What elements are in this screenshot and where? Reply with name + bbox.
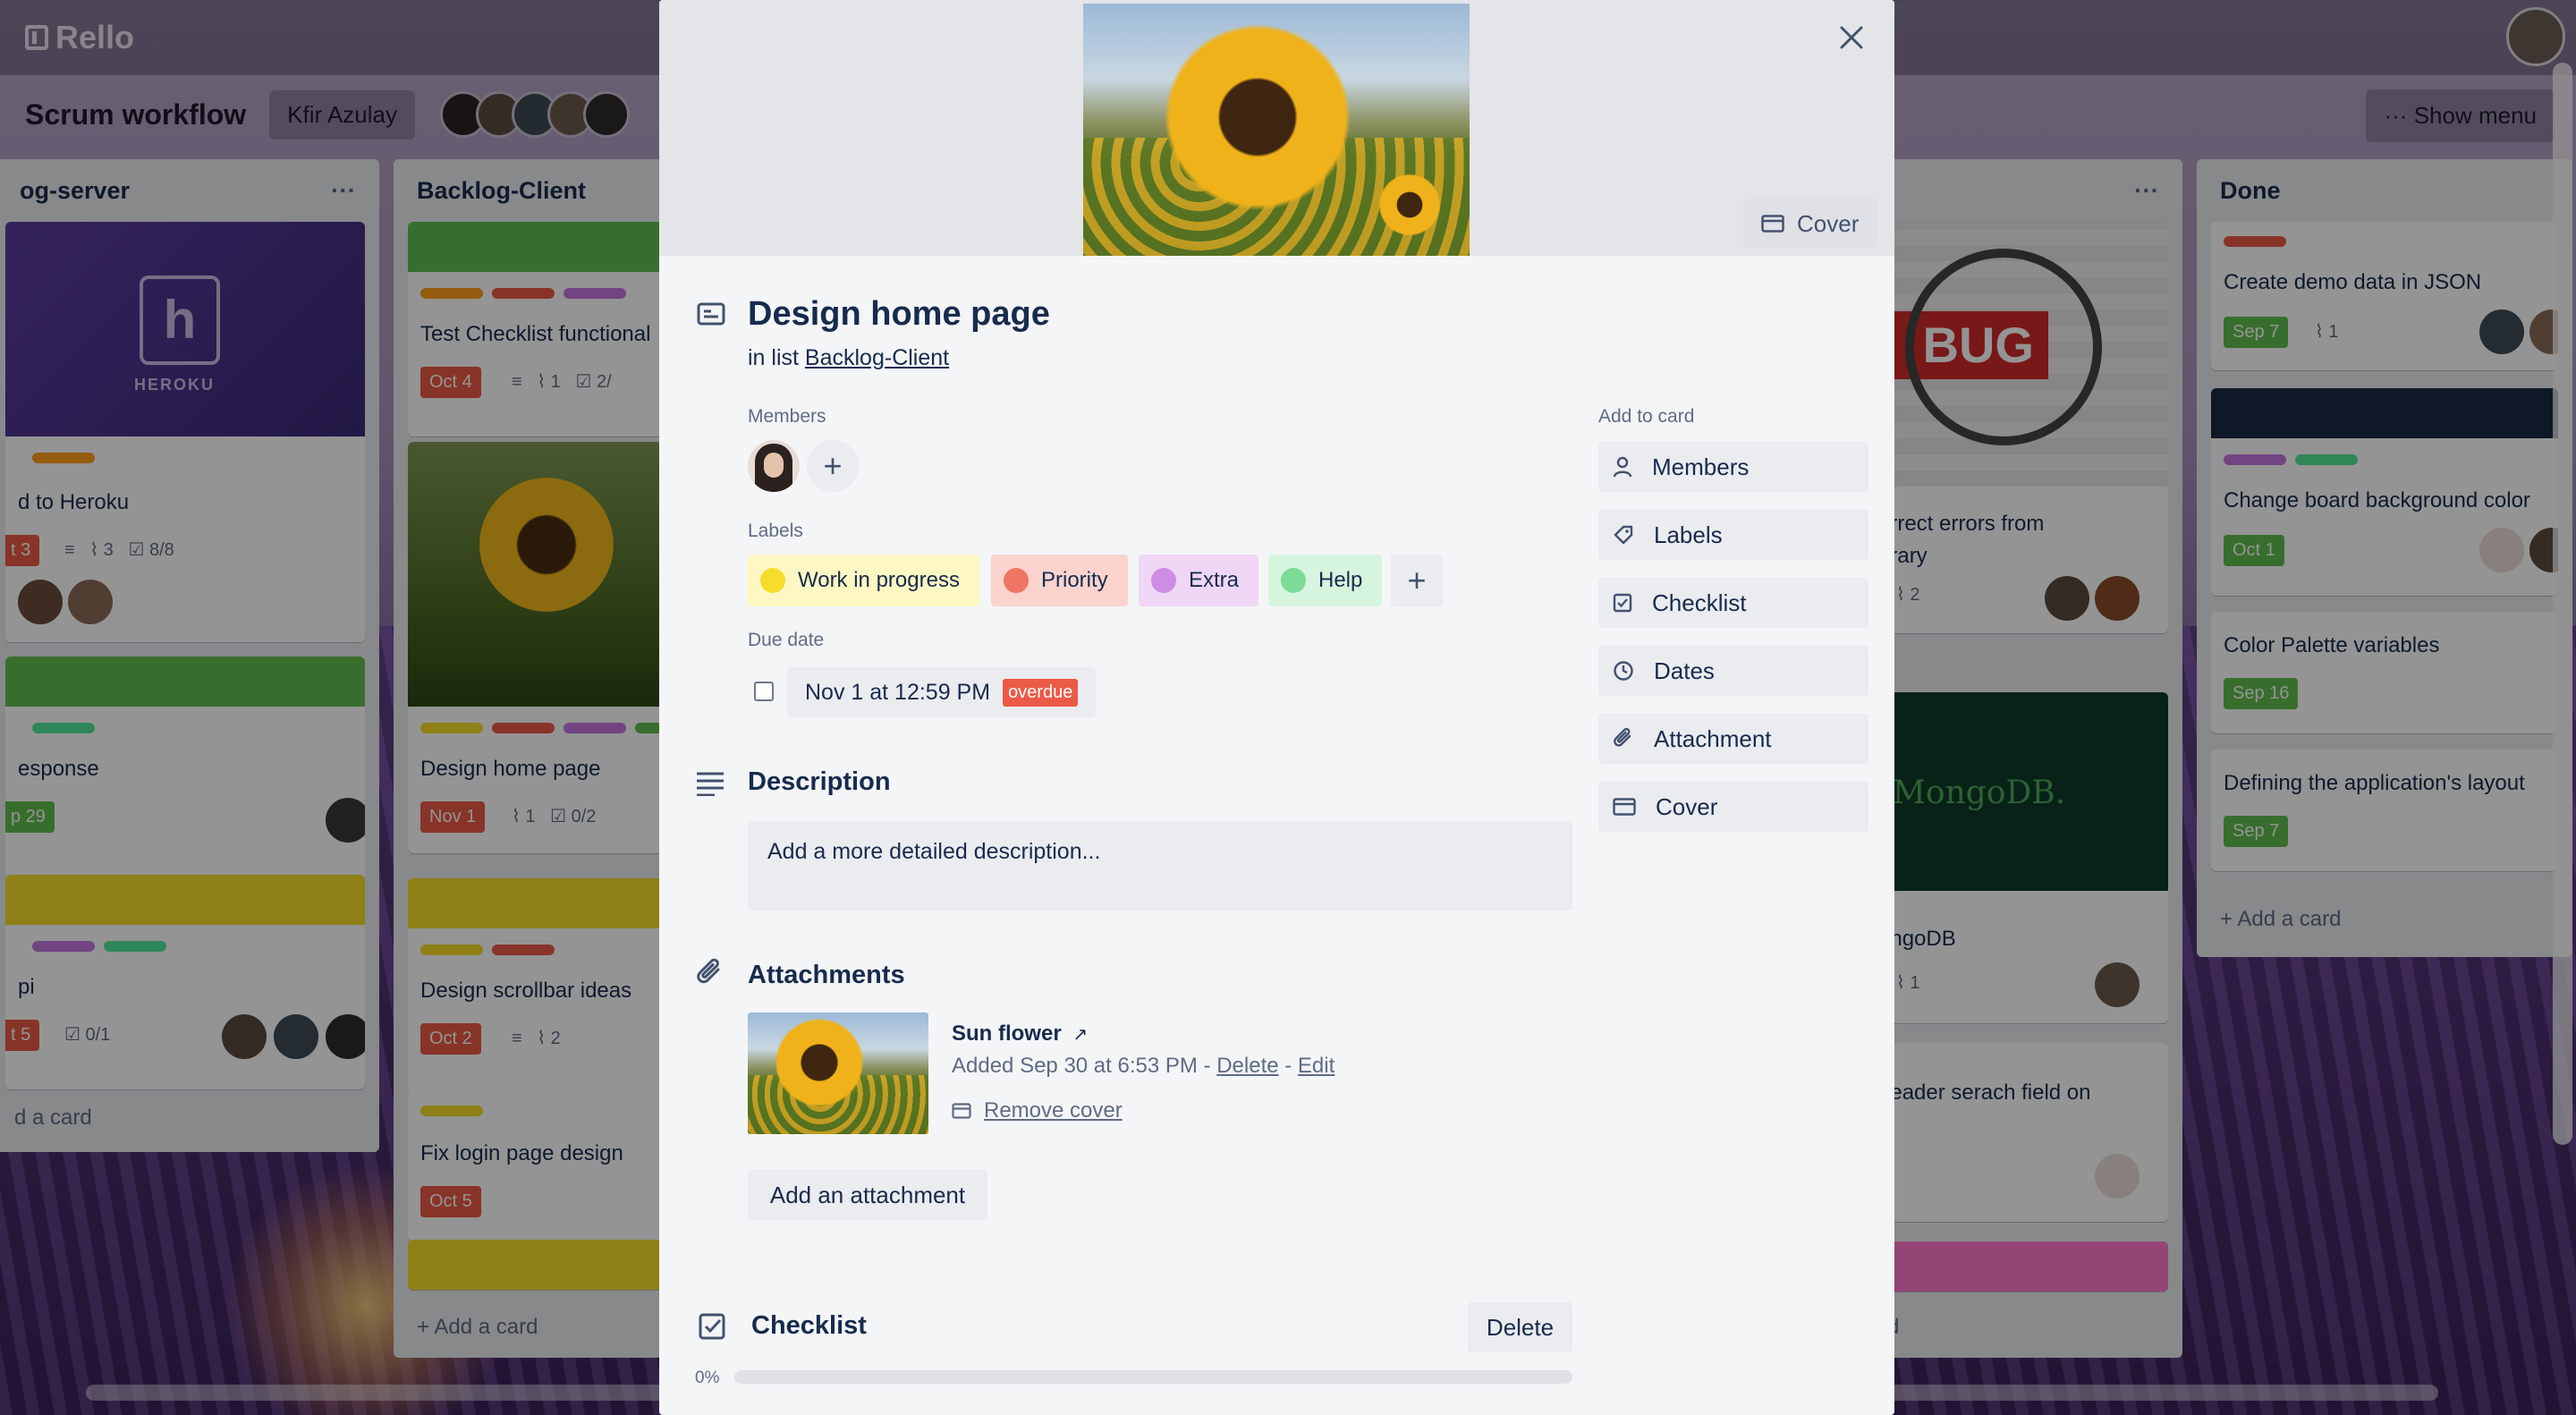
label-color-dot [760,568,785,593]
sunflower-image [775,1018,864,1107]
card-title-icon [697,302,725,326]
description-title: Description [748,767,891,796]
cover-image [1083,4,1470,256]
close-icon [1840,26,1863,49]
label-chip-extra[interactable]: Extra [1139,555,1259,606]
due-complete-checkbox[interactable] [754,682,774,701]
label-chip-priority[interactable]: Priority [991,555,1128,606]
dates-button[interactable]: Dates [1598,646,1868,696]
list-link[interactable]: Backlog-Client [805,345,949,370]
attachment-thumbnail[interactable] [748,1013,928,1134]
remove-cover-link[interactable]: Remove cover [952,1098,1123,1123]
edit-attachment-link[interactable]: Edit [1298,1054,1335,1078]
add-attachment-button[interactable]: Add an attachment [748,1170,987,1220]
labels-label: Labels [748,521,803,541]
checklist-progress-bar [734,1370,1572,1384]
checklist-icon [1613,593,1632,613]
paperclip-icon [697,958,720,984]
sunflower-image-small [1378,174,1441,236]
delete-checklist-button[interactable]: Delete [1468,1302,1572,1352]
members-button[interactable]: Members [1598,442,1868,492]
checklist-title: Checklist [751,1311,867,1340]
attachment-name[interactable]: Sun flower ↗ [952,1021,1088,1046]
plus-icon: + [823,447,843,484]
checklist-button[interactable]: Checklist [1598,578,1868,628]
attachment-button[interactable]: Attachment [1598,714,1868,764]
card-cover-area: Cover [659,0,1894,256]
members-label: Members [748,406,826,427]
card-icon [1613,798,1636,816]
due-date-label: Due date [748,630,825,650]
card-title[interactable]: Design home page [748,295,1050,334]
cover-button-side[interactable]: Cover [1598,782,1868,832]
attachment-meta: Added Sep 30 at 6:53 PM - Delete - Edit [952,1054,1335,1078]
card-details-modal: Cover Design home page in list Backlog-C… [659,0,1894,1415]
checklist-progress-percent: 0% [695,1368,720,1387]
card-icon [1761,215,1784,233]
delete-attachment-link[interactable]: Delete [1216,1054,1278,1078]
attachments-title: Attachments [748,961,905,989]
tag-icon [1614,525,1633,545]
overdue-badge: overdue [1003,678,1079,707]
avatar[interactable] [748,440,800,492]
card-list-info: in list Backlog-Client [748,345,950,370]
clock-icon [1614,661,1633,681]
label-color-dot [1281,568,1306,593]
label-color-dot [1004,568,1029,593]
external-link-icon: ↗ [1072,1025,1089,1045]
paperclip-icon [1614,727,1631,747]
labels-button[interactable]: Labels [1598,510,1868,560]
close-button[interactable] [1834,20,1869,55]
sunflower-image [1164,23,1352,211]
person-icon [1613,456,1632,478]
card-icon [952,1103,971,1119]
checklist-icon [699,1313,725,1340]
add-label-button[interactable]: + [1391,555,1443,606]
label-chip-help[interactable]: Help [1268,555,1383,606]
description-icon [697,772,724,796]
description-input[interactable]: Add a more detailed description... [748,821,1572,911]
label-chip-work-in-progress[interactable]: Work in progress [748,555,979,606]
due-date-button[interactable]: Nov 1 at 12:59 PM overdue [787,667,1097,717]
add-to-card-label: Add to card [1598,406,1695,427]
add-member-button[interactable]: + [807,440,859,492]
cover-button[interactable]: Cover [1743,199,1877,249]
plus-icon: + [1407,562,1427,598]
label-color-dot [1151,568,1176,593]
